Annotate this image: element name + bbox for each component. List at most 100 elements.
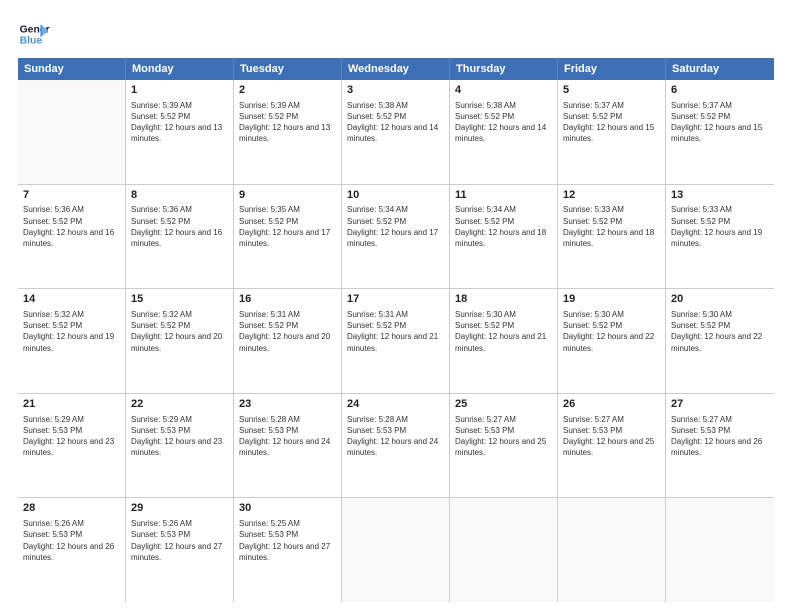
calendar-header-saturday: Saturday [666, 58, 774, 80]
day-info: Sunrise: 5:37 AMSunset: 5:52 PMDaylight:… [563, 100, 660, 145]
calendar-cell: 12Sunrise: 5:33 AMSunset: 5:52 PMDayligh… [558, 185, 666, 289]
calendar-cell: 18Sunrise: 5:30 AMSunset: 5:52 PMDayligh… [450, 289, 558, 393]
calendar-cell: 27 Sunrise: 5:27 AMSunset: 5:53 PMDayligh… [666, 394, 774, 498]
calendar-cell [18, 80, 126, 184]
day-number: 23 [239, 397, 336, 412]
day-info: Sunrise: 5:39 AMSunset: 5:52 PMDaylight:… [239, 100, 336, 145]
calendar-week-2: 7 Sunrise: 5:36 AMSunset: 5:52 PMDaylight… [18, 185, 774, 290]
day-info: Sunrise: 5:33 AMSunset: 5:52 PMDaylight:… [563, 204, 660, 249]
day-number: 7 [23, 188, 120, 203]
day-number: 13 [671, 188, 769, 203]
day-info: Sunrise: 5:26 AMSunset: 5:53 PMDaylight:… [23, 518, 120, 563]
day-info: Sunrise: 5:26 AMSunset: 5:53 PMDaylight:… [131, 518, 228, 563]
day-info: Sunrise: 5:35 AMSunset: 5:52 PMDaylight:… [239, 204, 336, 249]
day-number: 22 [131, 397, 228, 412]
calendar-cell: 19 Sunrise: 5:30 AMSunset: 5:52 PMDayligh… [558, 289, 666, 393]
day-info: Sunrise: 5:32 AMSunset: 5:52 PMDaylight:… [131, 309, 228, 354]
day-info: Sunrise: 5:39 AMSunset: 5:52 PMDaylight:… [131, 100, 228, 145]
page: General Blue SundayMondayTuesdayWednesda… [0, 0, 792, 612]
day-number: 20 [671, 292, 769, 307]
day-number: 25 [455, 397, 552, 412]
day-info: Sunrise: 5:38 AMSunset: 5:52 PMDaylight:… [455, 100, 552, 145]
day-info: Sunrise: 5:30 AMSunset: 5:52 PMDaylight:… [563, 309, 660, 354]
calendar-cell: 11Sunrise: 5:34 AMSunset: 5:52 PMDayligh… [450, 185, 558, 289]
calendar-cell: 9Sunrise: 5:35 AMSunset: 5:52 PMDaylight… [234, 185, 342, 289]
day-number: 21 [23, 397, 120, 412]
day-info: Sunrise: 5:29 AMSunset: 5:53 PMDaylight:… [131, 414, 228, 459]
day-number: 15 [131, 292, 228, 307]
day-number: 5 [563, 83, 660, 98]
calendar-cell [666, 498, 774, 602]
day-number: 10 [347, 188, 444, 203]
day-info: Sunrise: 5:34 AMSunset: 5:52 PMDaylight:… [455, 204, 552, 249]
calendar-header-row: SundayMondayTuesdayWednesdayThursdayFrid… [18, 58, 774, 80]
calendar-cell: 30 Sunrise: 5:25 AMSunset: 5:53 PMDayligh… [234, 498, 342, 602]
day-number: 28 [23, 501, 120, 516]
calendar-header-thursday: Thursday [450, 58, 558, 80]
day-info: Sunrise: 5:34 AMSunset: 5:52 PMDaylight:… [347, 204, 444, 249]
day-number: 19 [563, 292, 660, 307]
day-number: 1 [131, 83, 228, 98]
day-info: Sunrise: 5:27 AMSunset: 5:53 PMDaylight:… [455, 414, 552, 459]
calendar-cell: 10Sunrise: 5:34 AMSunset: 5:52 PMDayligh… [342, 185, 450, 289]
calendar-header-monday: Monday [126, 58, 234, 80]
day-number: 12 [563, 188, 660, 203]
day-number: 26 [563, 397, 660, 412]
day-number: 8 [131, 188, 228, 203]
calendar-cell: 2 Sunrise: 5:39 AMSunset: 5:52 PMDaylight… [234, 80, 342, 184]
calendar-cell: 22 Sunrise: 5:29 AMSunset: 5:53 PMDayligh… [126, 394, 234, 498]
calendar-cell: 17 Sunrise: 5:31 AMSunset: 5:52 PMDayligh… [342, 289, 450, 393]
calendar-cell: 3Sunrise: 5:38 AMSunset: 5:52 PMDaylight… [342, 80, 450, 184]
calendar-body: 1 Sunrise: 5:39 AMSunset: 5:52 PMDaylight… [18, 80, 774, 602]
day-info: Sunrise: 5:32 AMSunset: 5:52 PMDaylight:… [23, 309, 120, 354]
day-number: 18 [455, 292, 552, 307]
calendar-header-wednesday: Wednesday [342, 58, 450, 80]
day-number: 16 [239, 292, 336, 307]
calendar-cell: 4 Sunrise: 5:38 AMSunset: 5:52 PMDaylight… [450, 80, 558, 184]
calendar-cell: 29Sunrise: 5:26 AMSunset: 5:53 PMDayligh… [126, 498, 234, 602]
day-number: 11 [455, 188, 552, 203]
calendar-cell: 1 Sunrise: 5:39 AMSunset: 5:52 PMDaylight… [126, 80, 234, 184]
calendar-cell [558, 498, 666, 602]
day-number: 6 [671, 83, 769, 98]
logo: General Blue [18, 18, 50, 50]
day-number: 9 [239, 188, 336, 203]
calendar-week-3: 14 Sunrise: 5:32 AMSunset: 5:52 PMDayligh… [18, 289, 774, 394]
day-info: Sunrise: 5:25 AMSunset: 5:53 PMDaylight:… [239, 518, 336, 563]
calendar: SundayMondayTuesdayWednesdayThursdayFrid… [18, 58, 774, 602]
day-info: Sunrise: 5:28 AMSunset: 5:53 PMDaylight:… [347, 414, 444, 459]
day-number: 24 [347, 397, 444, 412]
day-info: Sunrise: 5:31 AMSunset: 5:52 PMDaylight:… [347, 309, 444, 354]
day-info: Sunrise: 5:31 AMSunset: 5:52 PMDaylight:… [239, 309, 336, 354]
calendar-cell: 20 Sunrise: 5:30 AMSunset: 5:52 PMDayligh… [666, 289, 774, 393]
calendar-cell: 26 Sunrise: 5:27 AMSunset: 5:53 PMDayligh… [558, 394, 666, 498]
calendar-cell: 16 Sunrise: 5:31 AMSunset: 5:52 PMDayligh… [234, 289, 342, 393]
day-number: 2 [239, 83, 336, 98]
day-info: Sunrise: 5:36 AMSunset: 5:52 PMDaylight:… [131, 204, 228, 249]
day-info: Sunrise: 5:38 AMSunset: 5:52 PMDaylight:… [347, 100, 444, 145]
day-info: Sunrise: 5:27 AMSunset: 5:53 PMDaylight:… [563, 414, 660, 459]
calendar-cell: 24 Sunrise: 5:28 AMSunset: 5:53 PMDayligh… [342, 394, 450, 498]
day-info: Sunrise: 5:28 AMSunset: 5:53 PMDaylight:… [239, 414, 336, 459]
calendar-cell [450, 498, 558, 602]
calendar-cell: 21Sunrise: 5:29 AMSunset: 5:53 PMDayligh… [18, 394, 126, 498]
calendar-cell: 25 Sunrise: 5:27 AMSunset: 5:53 PMDayligh… [450, 394, 558, 498]
calendar-cell: 13Sunrise: 5:33 AMSunset: 5:52 PMDayligh… [666, 185, 774, 289]
calendar-cell [342, 498, 450, 602]
calendar-header-sunday: Sunday [18, 58, 126, 80]
day-info: Sunrise: 5:33 AMSunset: 5:52 PMDaylight:… [671, 204, 769, 249]
day-info: Sunrise: 5:27 AMSunset: 5:53 PMDaylight:… [671, 414, 769, 459]
day-number: 17 [347, 292, 444, 307]
day-number: 4 [455, 83, 552, 98]
day-number: 30 [239, 501, 336, 516]
calendar-cell: 5 Sunrise: 5:37 AMSunset: 5:52 PMDaylight… [558, 80, 666, 184]
day-number: 27 [671, 397, 769, 412]
svg-text:Blue: Blue [20, 36, 43, 47]
logo-icon: General Blue [18, 18, 50, 50]
calendar-cell: 8Sunrise: 5:36 AMSunset: 5:52 PMDaylight… [126, 185, 234, 289]
day-number: 14 [23, 292, 120, 307]
calendar-cell: 14 Sunrise: 5:32 AMSunset: 5:52 PMDayligh… [18, 289, 126, 393]
day-info: Sunrise: 5:30 AMSunset: 5:52 PMDaylight:… [671, 309, 769, 354]
calendar-cell: 23 Sunrise: 5:28 AMSunset: 5:53 PMDayligh… [234, 394, 342, 498]
calendar-header-friday: Friday [558, 58, 666, 80]
